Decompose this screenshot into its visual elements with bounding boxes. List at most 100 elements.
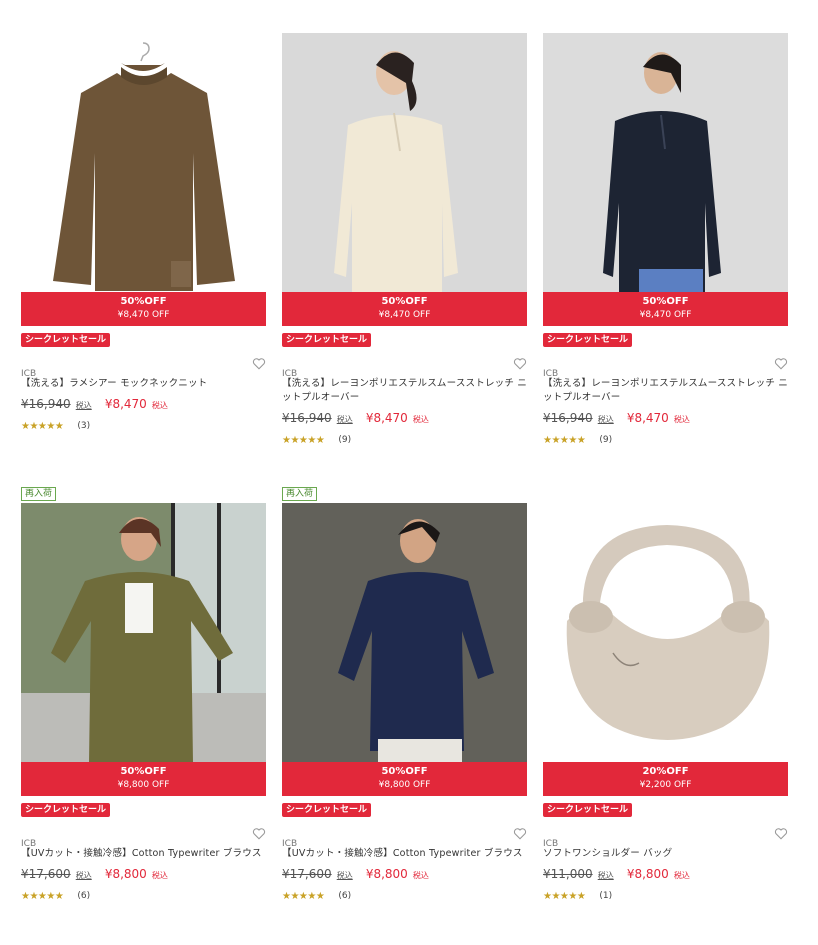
product-image-area[interactable]: 50%OFF ¥8,800 OFF [21, 503, 266, 796]
brand-name[interactable]: ICB [543, 369, 558, 379]
product-photo-knit-sweater[interactable] [21, 33, 266, 293]
product-photo-navy-blouse[interactable] [282, 503, 527, 763]
secret-sale-badge: シークレットセール [282, 803, 372, 817]
discount-percent: 50%OFF [381, 766, 428, 777]
sale-tax-label: 税込 [673, 415, 690, 424]
brand-row: ICB [21, 828, 266, 849]
product-name[interactable]: 【洗える】レーヨンポリエステルスムースストレッチ ニットプルオーバー [543, 377, 788, 405]
heart-outline-icon[interactable] [513, 827, 527, 840]
rating-row: ★★★★★ (9) [282, 433, 527, 447]
brand-name[interactable]: ICB [21, 369, 36, 379]
heart-outline-icon[interactable] [252, 357, 266, 370]
product-image-area[interactable]: 50%OFF ¥8,470 OFF [543, 33, 788, 326]
brand-name[interactable]: ICB [543, 839, 558, 849]
product-image-area[interactable]: 50%OFF ¥8,800 OFF [282, 503, 527, 796]
sale-price: ¥8,800 [104, 867, 147, 881]
discount-banner: 50%OFF ¥8,800 OFF [21, 762, 266, 796]
review-count[interactable]: (3) [77, 421, 90, 431]
original-price: ¥17,600 [282, 867, 332, 881]
star-rating: ★★★★★ [543, 434, 586, 446]
original-tax-label: 税込 [597, 415, 614, 424]
product-name[interactable]: 【UVカット・接触冷感】Cotton Typewriter ブラウス [282, 847, 527, 861]
product-card[interactable]: 50%OFF ¥8,470 OFF シークレットセール ICB 【洗える】レーヨ… [543, 17, 788, 447]
product-photo-navy-pullover[interactable] [543, 33, 788, 293]
discount-amount: ¥8,470 OFF [117, 310, 170, 320]
product-name[interactable]: 【洗える】レーヨンポリエステルスムースストレッチ ニットプルオーバー [282, 377, 527, 405]
review-count[interactable]: (9) [338, 435, 351, 445]
star-rating: ★★★★★ [543, 890, 586, 902]
original-price: ¥16,940 [543, 411, 593, 425]
discount-amount: ¥8,470 OFF [639, 310, 692, 320]
product-image-area[interactable]: 20%OFF ¥2,200 OFF [543, 503, 788, 796]
sale-price: ¥8,470 [626, 411, 669, 425]
brand-name[interactable]: ICB [21, 839, 36, 849]
original-tax-label: 税込 [75, 401, 92, 410]
brand-name[interactable]: ICB [282, 369, 297, 379]
sale-price: ¥8,800 [626, 867, 669, 881]
tag-row [21, 17, 266, 33]
review-count[interactable]: (1) [599, 891, 612, 901]
product-image-area[interactable]: 50%OFF ¥8,470 OFF [282, 33, 527, 326]
heart-outline-icon[interactable] [774, 827, 788, 840]
product-card[interactable]: 再入荷 50%OFF ¥8,800 OFF シークレットセール ICB 【UVカ [282, 487, 527, 903]
discount-banner: 50%OFF ¥8,470 OFF [282, 292, 527, 326]
price-row: ¥11,000 税込 ¥8,800 税込 [543, 864, 788, 885]
product-grid: 50%OFF ¥8,470 OFF シークレットセール ICB 【洗える】ラメシ… [0, 0, 818, 945]
heart-outline-icon[interactable] [513, 357, 527, 370]
original-tax-label: 税込 [597, 871, 614, 880]
brand-row: ICB [282, 358, 527, 379]
price-row: ¥16,940 税込 ¥8,470 税込 [21, 394, 266, 415]
product-photo-olive-blouse[interactable] [21, 503, 266, 763]
discount-percent: 50%OFF [642, 296, 689, 307]
product-name[interactable]: ソフトワンショルダー バッグ [543, 847, 788, 861]
review-count[interactable]: (6) [338, 891, 351, 901]
discount-banner: 20%OFF ¥2,200 OFF [543, 762, 788, 796]
brand-name[interactable]: ICB [282, 839, 297, 849]
tag-row [543, 17, 788, 33]
sale-tax-label: 税込 [151, 401, 168, 410]
discount-banner: 50%OFF ¥8,470 OFF [543, 292, 788, 326]
rating-row: ★★★★★ (9) [543, 433, 788, 447]
discount-amount: ¥2,200 OFF [639, 780, 692, 790]
rating-row: ★★★★★ (1) [543, 889, 788, 903]
original-tax-label: 税込 [75, 871, 92, 880]
secret-sale-badge: シークレットセール [543, 803, 633, 817]
discount-amount: ¥8,470 OFF [378, 310, 431, 320]
product-photo-shoulder-bag[interactable] [543, 503, 788, 763]
discount-percent: 50%OFF [381, 296, 428, 307]
product-photo-cream-pullover[interactable] [282, 33, 527, 293]
brand-row: ICB [543, 358, 788, 379]
original-price: ¥16,940 [21, 397, 71, 411]
brand-row: ICB [21, 358, 266, 379]
restock-badge: 再入荷 [21, 487, 57, 501]
review-count[interactable]: (6) [77, 891, 90, 901]
sale-price: ¥8,800 [365, 867, 408, 881]
star-rating: ★★★★★ [21, 420, 64, 432]
review-count[interactable]: (9) [599, 435, 612, 445]
sale-price: ¥8,470 [365, 411, 408, 425]
product-card[interactable]: 再入荷 50%OFF ¥8,800 OFF シークレットセール ICB 【UVカ… [21, 487, 266, 903]
product-image-area[interactable]: 50%OFF ¥8,470 OFF [21, 33, 266, 326]
product-card[interactable]: 50%OFF ¥8,470 OFF シークレットセール ICB 【洗える】ラメシ… [21, 17, 266, 433]
original-price: ¥16,940 [282, 411, 332, 425]
discount-percent: 20%OFF [642, 766, 689, 777]
secret-sale-badge: シークレットセール [21, 803, 111, 817]
rating-row: ★★★★★ (3) [21, 419, 266, 433]
heart-outline-icon[interactable] [252, 827, 266, 840]
brand-row: ICB [282, 828, 527, 849]
product-card[interactable]: 20%OFF ¥2,200 OFF シークレットセール ICB ソフトワンショル… [543, 487, 788, 903]
original-tax-label: 税込 [336, 871, 353, 880]
sale-tax-label: 税込 [412, 415, 429, 424]
discount-banner: 50%OFF ¥8,470 OFF [21, 292, 266, 326]
product-card[interactable]: 50%OFF ¥8,470 OFF シークレットセール ICB 【洗える】レーヨ… [282, 17, 527, 447]
product-name[interactable]: 【洗える】ラメシアー モックネックニット [21, 377, 266, 391]
brand-row: ICB [543, 828, 788, 849]
secret-sale-badge: シークレットセール [282, 333, 372, 347]
discount-banner: 50%OFF ¥8,800 OFF [282, 762, 527, 796]
tag-row: 再入荷 [21, 487, 266, 503]
heart-outline-icon[interactable] [774, 357, 788, 370]
sale-tax-label: 税込 [412, 871, 429, 880]
rating-row: ★★★★★ (6) [282, 889, 527, 903]
secret-sale-badge: シークレットセール [21, 333, 111, 347]
product-name[interactable]: 【UVカット・接触冷感】Cotton Typewriter ブラウス [21, 847, 266, 861]
